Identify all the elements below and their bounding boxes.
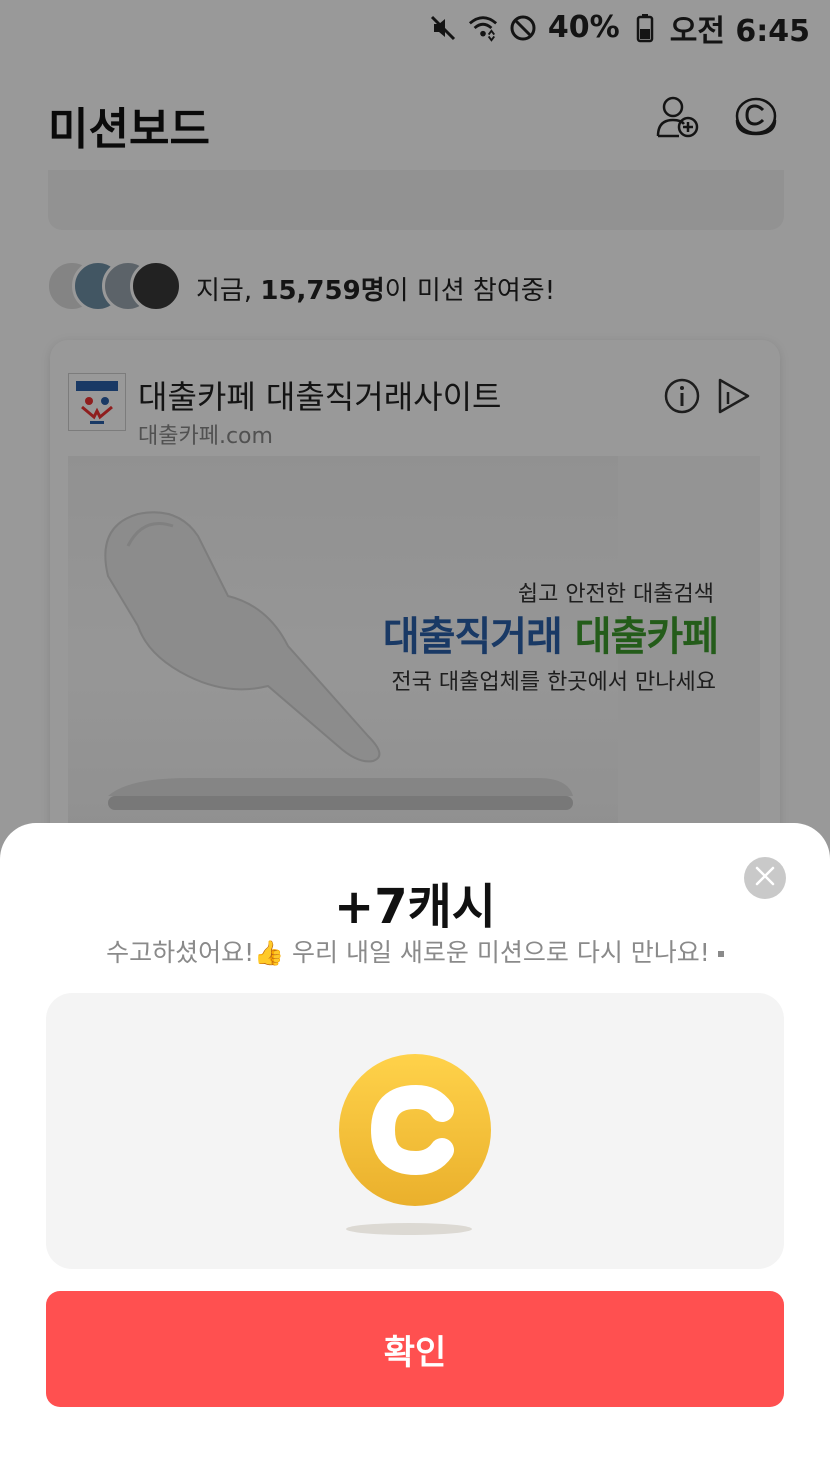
- reward-bottom-sheet: +7캐시 수고하셨어요!👍 우리 내일 새로운 미션으로 다시 만나요! 확인: [0, 823, 830, 1476]
- reward-message-start: 수고하셨어요!: [106, 938, 255, 967]
- coin-icon: [338, 1053, 492, 1207]
- confirm-button[interactable]: 확인: [46, 1291, 784, 1407]
- thumbs-up-icon: 👍: [254, 939, 285, 967]
- coin-shadow: [346, 1223, 472, 1235]
- coin-panel: [46, 993, 784, 1269]
- reward-title: +7캐시: [334, 879, 496, 935]
- screen: 40% 오전 6:45 미션보드 지금, 15,759명이 미션 참여중! 대출…: [0, 0, 830, 1476]
- reward-message: 수고하셨어요!👍 우리 내일 새로운 미션으로 다시 만나요!: [0, 933, 830, 969]
- reward-message-end: 우리 내일 새로운 미션으로 다시 만나요!: [284, 938, 710, 967]
- dot-icon: [717, 951, 724, 957]
